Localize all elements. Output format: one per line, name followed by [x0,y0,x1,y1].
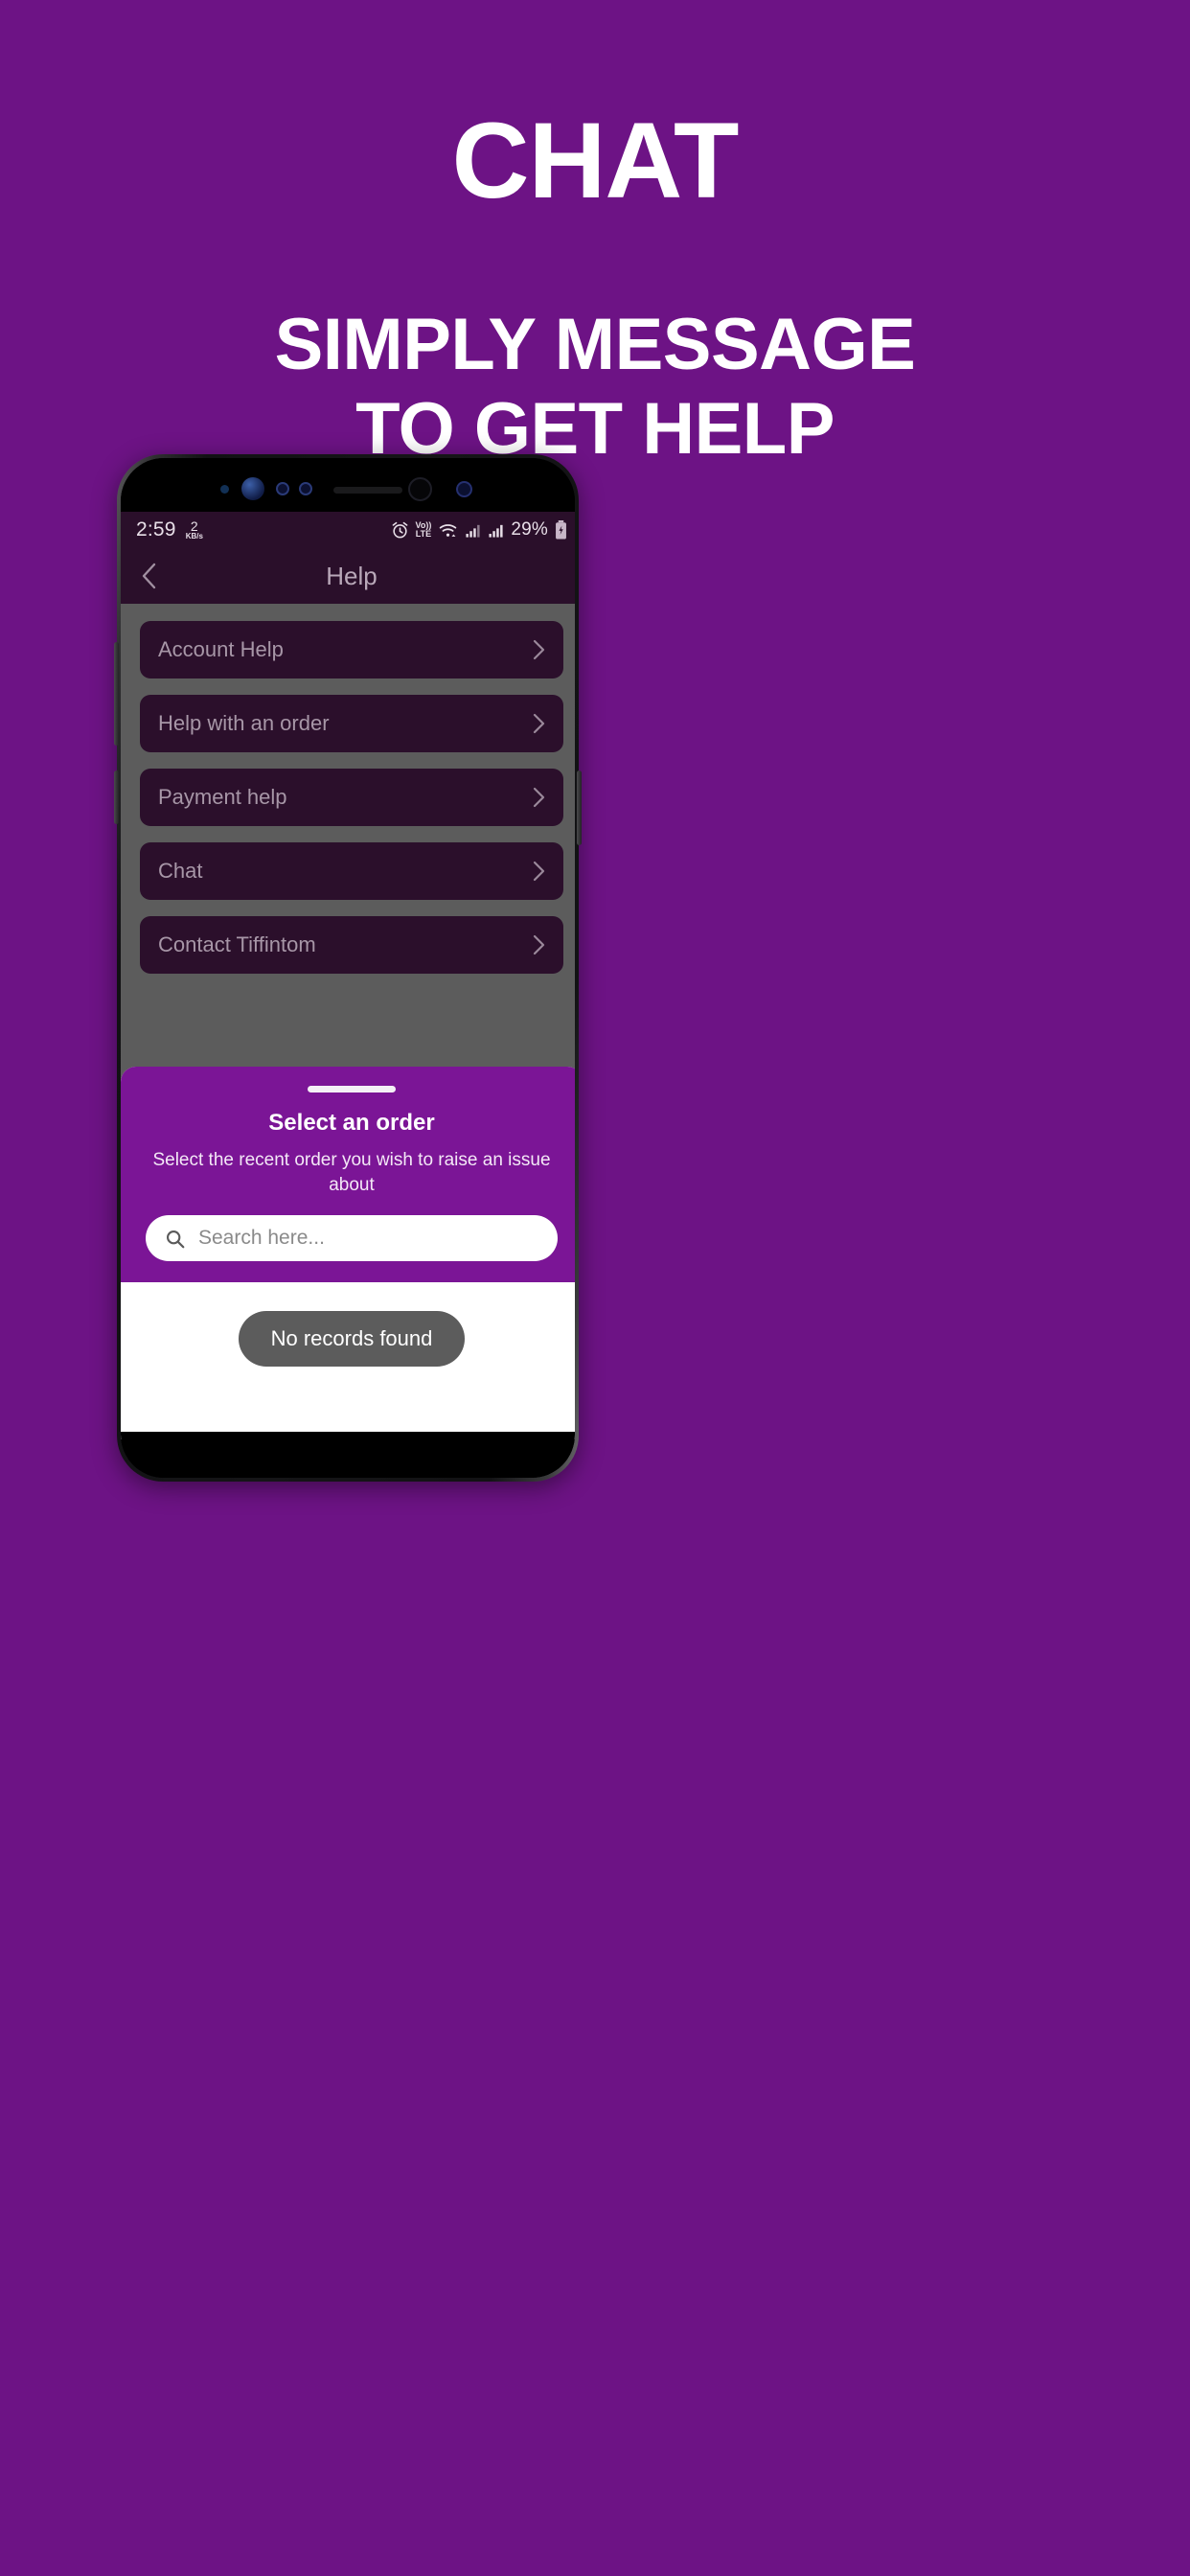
help-item-account-help[interactable]: Account Help [140,621,563,678]
help-item-label: Chat [158,859,203,883]
battery-percent: 29% [511,519,548,540]
phone-screen: 2:59 2 KB/s Vo)) LTE 29% Help Account He… [121,512,575,1439]
bottom-sheet-header: Select an order Select the recent order … [121,1067,575,1282]
help-item-payment-help[interactable]: Payment help [140,769,563,826]
front-camera-icon [241,477,264,500]
chevron-right-icon [533,934,545,955]
phone-top-bezel [121,458,575,512]
chevron-right-icon [533,639,545,660]
drag-handle[interactable] [308,1086,396,1092]
bottom-sheet-subtitle: Select the recent order you wish to rais… [152,1150,551,1195]
phone-mockup: 2:59 2 KB/s Vo)) LTE 29% Help Account He… [114,454,582,1482]
promo-page: CHAT SIMPLY MESSAGE TO GET HELP 2:59 2 K… [0,0,1190,2576]
help-item-label: Account Help [158,637,284,661]
status-icons: Vo)) LTE 29% [391,519,567,540]
page-title: Help [326,561,378,590]
status-time: 2:59 [136,518,176,540]
network-speed-unit: KB/s [185,532,203,540]
chevron-left-icon[interactable] [138,561,159,591]
signal-bars-icon [466,524,480,538]
chevron-right-icon [533,787,545,808]
chevron-right-icon [533,861,545,882]
promo-subtitle: SIMPLY MESSAGE TO GET HELP [0,303,1190,472]
search-input[interactable] [198,1227,538,1250]
bottom-sheet-title: Select an order [268,1110,435,1136]
wifi-icon [440,523,457,537]
help-item-chat[interactable]: Chat [140,842,563,900]
status-badge: No records found [238,1311,466,1367]
search-icon [167,1230,185,1248]
select-order-bottom-sheet: Select an order Select the recent order … [121,1067,575,1439]
help-item-label: Help with an order [158,711,330,735]
promo-subtitle-line-1: SIMPLY MESSAGE [274,304,916,385]
network-speed-value: 2 [190,518,198,534]
help-item-label: Contact Tiffintom [158,932,316,956]
iris-sensor-icon [276,482,289,495]
phone-bottom-bezel [121,1432,575,1478]
assistant-button[interactable] [114,770,119,824]
battery-charging-icon [556,520,566,540]
chevron-right-icon [533,713,545,734]
power-button[interactable] [577,770,582,845]
proximity-sensor-icon [299,482,312,495]
status-bar: 2:59 2 KB/s Vo)) LTE 29% [121,512,575,548]
search-field[interactable] [146,1215,558,1261]
phone-body: 2:59 2 KB/s Vo)) LTE 29% Help Account He… [121,458,575,1478]
network-speed: 2 KB/s [186,519,203,540]
help-item-contact-tiffintom[interactable]: Contact Tiffintom [140,916,563,974]
bottom-sheet-body: No records found [121,1282,575,1439]
help-item-label: Payment help [158,785,287,809]
alarm-icon [392,521,407,538]
led-indicator-icon [456,481,472,497]
light-sensor-icon [220,485,229,494]
volume-button[interactable] [114,642,119,746]
promo-title: CHAT [451,101,740,220]
promo-headline-block: CHAT SIMPLY MESSAGE TO GET HELP [0,0,1190,472]
app-bar: Help [121,548,575,604]
volte-icon: Vo)) LTE [416,521,432,539]
secondary-camera-icon [408,477,432,501]
signal-bars-icon [489,524,503,538]
earpiece-speaker [333,487,402,494]
volte-bottom-label: LTE [415,529,432,539]
help-item-help-with-an-order[interactable]: Help with an order [140,695,563,752]
